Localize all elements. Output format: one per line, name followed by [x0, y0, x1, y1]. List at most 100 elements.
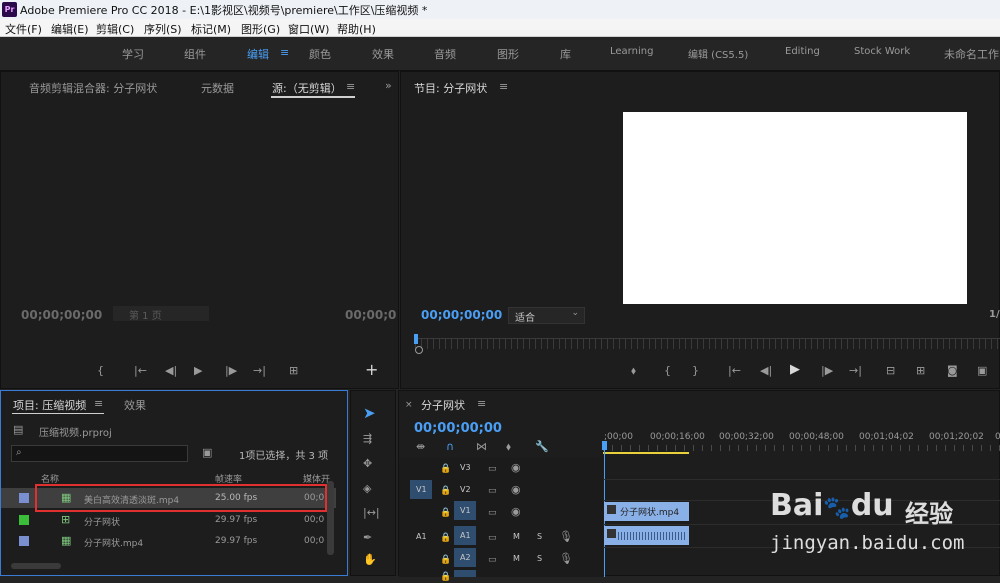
- timeline-timecode[interactable]: 00;00;00;00: [414, 421, 502, 436]
- mark-in-icon[interactable]: {: [97, 365, 104, 377]
- solo-button[interactable]: S: [537, 554, 542, 563]
- workspace-learning[interactable]: Learning: [610, 46, 653, 57]
- panel-menu-icon[interactable]: ≡: [94, 398, 103, 410]
- menu-graphics[interactable]: 图形(G): [241, 21, 280, 37]
- workspace-untitled[interactable]: 未命名工作: [944, 46, 999, 62]
- sync-lock-icon[interactable]: ▭: [488, 554, 497, 566]
- snap-magnet-icon[interactable]: ∩: [446, 441, 454, 453]
- sync-lock-icon[interactable]: ▭: [488, 463, 497, 475]
- eye-icon[interactable]: ◉: [511, 462, 521, 474]
- lock-icon[interactable]: 🔒: [440, 485, 451, 497]
- track-select-tool-icon[interactable]: ⇶: [363, 433, 372, 445]
- track-v3-label[interactable]: V3: [460, 463, 471, 472]
- menu-clip[interactable]: 剪辑(C): [96, 21, 134, 37]
- hand-tool-icon[interactable]: ✋: [363, 554, 377, 566]
- linked-selection-icon[interactable]: ⋈: [476, 441, 487, 453]
- mute-button[interactable]: M: [513, 554, 520, 563]
- tab-effects[interactable]: 效果: [124, 397, 146, 413]
- work-area-bar[interactable]: [603, 452, 689, 454]
- mark-out-icon[interactable]: }: [692, 365, 699, 377]
- selection-tool-icon[interactable]: ➤: [363, 406, 376, 421]
- vertical-scrollbar[interactable]: [327, 481, 334, 555]
- step-forward-icon[interactable]: |▶: [225, 365, 237, 377]
- zoom-scroll-handle[interactable]: [415, 346, 423, 354]
- program-time-ruler[interactable]: [415, 338, 1000, 349]
- clip-name[interactable]: 分子网状.mp4: [84, 536, 143, 549]
- panel-menu-icon[interactable]: ≡: [346, 81, 355, 93]
- go-to-in-icon[interactable]: |←: [728, 365, 741, 377]
- sync-lock-icon[interactable]: ▭: [488, 532, 497, 544]
- pen-tool-icon[interactable]: ✒: [363, 532, 372, 544]
- panel-menu-icon[interactable]: ≡: [477, 398, 486, 410]
- page-selector[interactable]: 第 1 页: [113, 306, 209, 322]
- clip-name[interactable]: 分子网状: [84, 515, 120, 528]
- workspace-graphics[interactable]: 图形: [497, 46, 519, 62]
- ripple-edit-tool-icon[interactable]: ✥: [363, 458, 372, 470]
- workspace-effects[interactable]: 效果: [372, 46, 394, 62]
- lock-icon[interactable]: 🔒: [440, 571, 451, 583]
- workspace-libraries[interactable]: 库: [560, 46, 571, 62]
- workspace-assembly[interactable]: 组件: [184, 46, 206, 62]
- go-to-in-icon[interactable]: |←: [134, 365, 147, 377]
- sync-lock-icon[interactable]: ▭: [488, 507, 497, 519]
- tab-source[interactable]: 源:（无剪辑）: [272, 80, 342, 96]
- label-color-swatch[interactable]: [19, 493, 29, 503]
- add-marker-icon[interactable]: ⬧: [506, 441, 511, 453]
- eye-icon[interactable]: ◉: [511, 484, 521, 496]
- workspace-menu-icon[interactable]: ≡: [280, 46, 289, 59]
- eye-icon[interactable]: ◉: [511, 506, 521, 518]
- button-editor-icon[interactable]: ▣: [977, 365, 987, 377]
- wrench-icon[interactable]: 🔧: [535, 441, 549, 453]
- label-color-swatch[interactable]: [19, 536, 29, 546]
- add-marker-icon[interactable]: ⬧: [631, 365, 636, 377]
- close-icon[interactable]: ×: [405, 399, 413, 411]
- workspace-cs55[interactable]: 编辑 (CS5.5): [688, 46, 748, 61]
- workspace-learn[interactable]: 学习: [122, 46, 144, 62]
- workspace-audio[interactable]: 音频: [434, 46, 456, 62]
- label-color-swatch[interactable]: [19, 515, 29, 525]
- tab-project[interactable]: 项目: 压缩视频: [13, 397, 86, 413]
- horizontal-scrollbar[interactable]: [11, 563, 61, 569]
- tab-audio-clip-mixer[interactable]: 音频剪辑混合器: 分子网状: [29, 80, 157, 96]
- audio-clip[interactable]: [604, 526, 689, 545]
- step-back-icon[interactable]: ◀|: [165, 365, 177, 377]
- slip-tool-icon[interactable]: |↔|: [363, 507, 380, 519]
- table-row[interactable]: ▦ 分子网状.mp4 29.97 fps 00;0: [1, 531, 336, 551]
- program-title[interactable]: 节目: 分子网状: [414, 80, 487, 96]
- track-v1-target[interactable]: V1: [454, 501, 476, 520]
- playhead-marker[interactable]: [414, 334, 418, 344]
- program-timecode[interactable]: 00;00;00;00: [421, 308, 502, 322]
- new-bin-from-search-icon[interactable]: ▣: [202, 447, 212, 459]
- add-button[interactable]: +: [365, 360, 378, 379]
- lift-icon[interactable]: ⊟: [886, 365, 895, 377]
- resolution-label[interactable]: 1/: [989, 309, 1000, 320]
- mark-in-icon[interactable]: {: [664, 365, 671, 377]
- video-clip[interactable]: 分子网状.mp4: [604, 502, 689, 521]
- sync-lock-icon[interactable]: ▭: [488, 485, 497, 497]
- lock-icon[interactable]: 🔒: [440, 532, 451, 544]
- extract-icon[interactable]: ⊞: [916, 365, 925, 377]
- play-icon[interactable]: ▶: [790, 363, 800, 376]
- go-to-out-icon[interactable]: →|: [253, 365, 266, 377]
- search-input[interactable]: ⌕: [11, 445, 188, 462]
- tab-metadata[interactable]: 元数据: [201, 80, 234, 96]
- microphone-icon[interactable]: 🎙: [559, 553, 573, 565]
- menu-help[interactable]: 帮助(H): [337, 21, 376, 37]
- panel-menu-icon[interactable]: ≡: [499, 81, 508, 93]
- play-icon[interactable]: ▶: [194, 365, 202, 377]
- go-to-out-icon[interactable]: →|: [849, 365, 862, 377]
- lock-icon[interactable]: 🔒: [440, 507, 451, 519]
- lock-icon[interactable]: 🔒: [440, 463, 451, 475]
- camera-icon[interactable]: ◙: [947, 365, 958, 377]
- expand-panels-icon[interactable]: »: [385, 80, 392, 92]
- microphone-icon[interactable]: 🎙: [559, 531, 573, 543]
- track-v2-label[interactable]: V2: [460, 485, 471, 494]
- insert-icon[interactable]: ⊞: [289, 365, 298, 377]
- menu-edit[interactable]: 编辑(E): [51, 21, 89, 37]
- step-back-icon[interactable]: ◀|: [760, 365, 772, 377]
- source-timecode[interactable]: 00;00;00;00: [21, 308, 102, 322]
- track-a1-target[interactable]: A1: [454, 526, 476, 545]
- source-patch-a1[interactable]: A1: [416, 532, 427, 541]
- timeline-ruler[interactable]: [603, 445, 1000, 451]
- workspace-color[interactable]: 颜色: [309, 46, 331, 62]
